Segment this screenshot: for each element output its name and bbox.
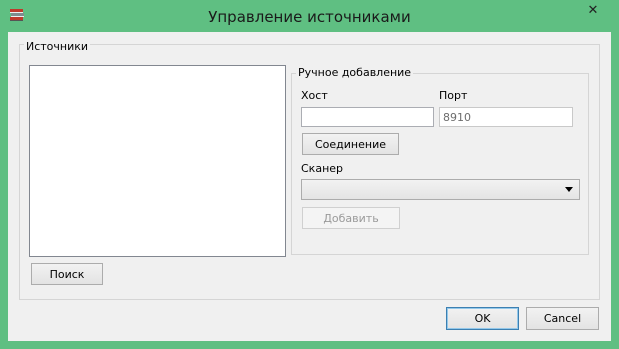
sources-group-label: Источники [24,40,91,53]
dialog-window: Управление источниками ✕ Источники Поиск… [0,0,619,349]
ok-button[interactable]: OK [446,307,519,330]
connect-button[interactable]: Соединение [302,133,399,155]
sources-list[interactable] [29,65,286,257]
cancel-button[interactable]: Cancel [526,307,599,330]
port-label: Порт [439,89,468,102]
dialog-client-area: Источники Поиск Ручное добавление Хост П… [8,32,611,341]
host-label: Хост [301,89,328,102]
port-input[interactable] [439,107,573,127]
host-input[interactable] [301,107,434,127]
close-icon: ✕ [587,3,599,18]
window-title: Управление источниками [208,8,411,26]
scanner-label: Сканер [301,162,344,175]
title-bar[interactable]: Управление источниками ✕ [0,0,619,32]
chevron-down-icon[interactable] [565,187,573,192]
scanner-dropdown[interactable] [301,179,580,200]
manual-add-group-label: Ручное добавление [296,66,414,79]
close-button[interactable]: ✕ [573,0,613,21]
search-button[interactable]: Поиск [31,263,103,285]
add-button[interactable]: Добавить [302,207,400,229]
